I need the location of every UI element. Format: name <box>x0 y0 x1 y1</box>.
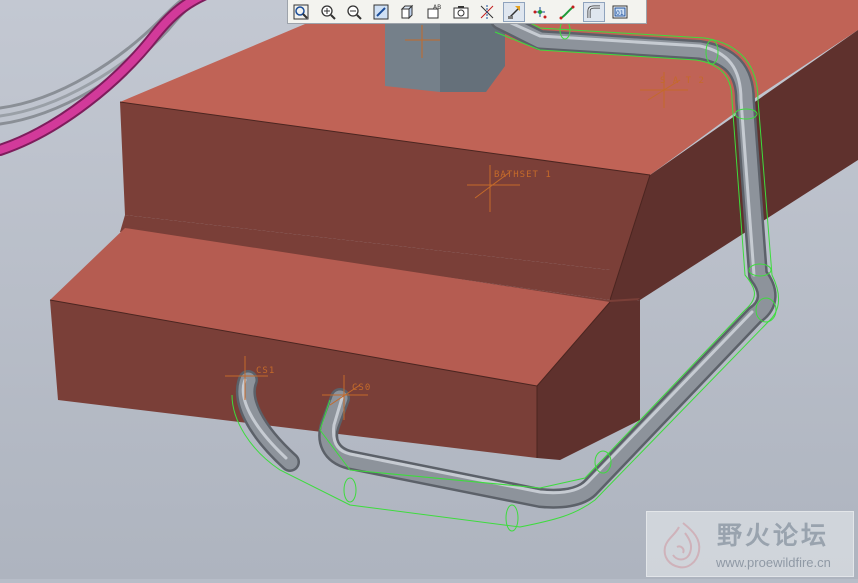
view-manager-button[interactable] <box>450 2 472 22</box>
annotation-icon: 01 <box>612 5 628 18</box>
top-gray-component[interactable] <box>385 20 505 92</box>
saved-views-icon: AB <box>427 4 441 18</box>
repaint-button[interactable] <box>370 2 392 22</box>
datum-planes-button[interactable] <box>476 2 498 22</box>
datum-points-button[interactable] <box>529 2 551 22</box>
zoom-out-button[interactable] <box>343 2 365 22</box>
repaint-icon <box>373 4 389 19</box>
csys-label-port-out: CS0 <box>352 383 372 393</box>
zoom-out-icon <box>347 4 362 20</box>
csys-label-port-in: CS1 <box>256 366 276 376</box>
svg-text:AB: AB <box>433 4 441 11</box>
zoom-fit-icon <box>293 4 309 19</box>
saved-views-button[interactable]: AB <box>423 2 445 22</box>
pipe-icon <box>587 5 600 18</box>
csys-button[interactable] <box>556 2 578 22</box>
display-style-button[interactable] <box>396 2 418 22</box>
zoom-in-icon <box>320 4 336 20</box>
datum-planes-icon <box>480 4 494 19</box>
zoom-in-button[interactable] <box>317 2 339 22</box>
svg-text:01: 01 <box>616 10 624 17</box>
display-style-icon <box>401 4 414 19</box>
view-toolbar: AB 01 <box>287 0 647 24</box>
csys-label-top: S A T 2 <box>660 76 705 86</box>
watermark-url: www.proewildfire.cn <box>716 555 831 570</box>
pipe-button[interactable] <box>582 1 605 22</box>
graphics-viewport[interactable]: S A T 2 BATHSET 1 CS1 CS0 <box>0 0 858 579</box>
flame-logo-icon <box>663 522 701 569</box>
camera-icon <box>453 5 469 18</box>
datum-axes-icon <box>507 5 520 19</box>
csys-label-middle: BATHSET 1 <box>494 170 552 180</box>
watermark-title: 野火论坛 <box>717 521 830 550</box>
zoom-fit-button[interactable] <box>290 2 312 22</box>
csys-icon <box>559 5 575 19</box>
watermark: 野火论坛 www.proewildfire.cn <box>646 511 854 577</box>
datum-points-icon <box>533 6 547 18</box>
datum-axes-button[interactable] <box>502 1 525 22</box>
annotation-button[interactable]: 01 <box>609 2 631 22</box>
